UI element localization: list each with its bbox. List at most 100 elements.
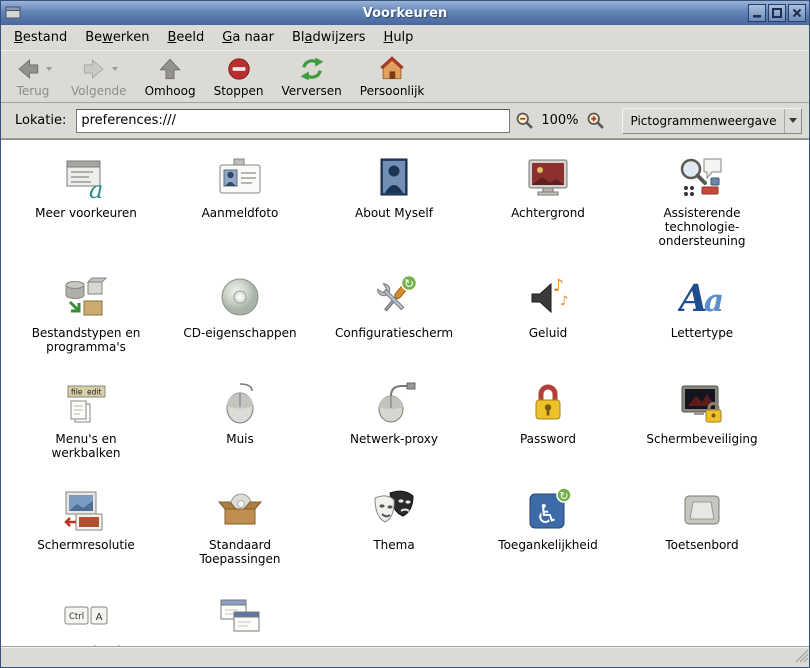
icon-label: Password [519, 432, 577, 446]
svg-text:file: file [71, 388, 83, 397]
menu-hulp[interactable]: Hulp [375, 25, 423, 50]
resize-grip[interactable] [795, 648, 809, 667]
icon-schermresolutie[interactable]: Schermresolutie [9, 486, 163, 566]
location-label: Lokatie: [15, 113, 67, 128]
chevron-down-icon [789, 118, 798, 123]
icon-label: CD-eigenschappen [183, 326, 297, 340]
close-button[interactable] [788, 4, 806, 22]
svg-text:a: a [89, 176, 103, 202]
icon-label: Schermbeveiliging [646, 432, 758, 446]
home-icon [378, 56, 406, 82]
svg-text:♿: ♿ [535, 500, 558, 530]
icon-label: Geluid [528, 326, 568, 340]
maximize-button[interactable] [768, 4, 786, 22]
control-center-icon: ↻ [370, 274, 418, 322]
toolbar-button-label: Volgende [71, 84, 127, 98]
icon-assisterende-technologie[interactable]: Assisterende technologie-ondersteuning [625, 154, 779, 248]
stop-button[interactable]: Stoppen [208, 53, 270, 99]
icon-geluid[interactable]: ♪ ♪ Geluid [471, 274, 625, 354]
icon-toegankelijkheid[interactable]: ♿ ↻ Toegankelijkheid [471, 486, 625, 566]
view-mode-chevron[interactable] [784, 108, 801, 133]
zoom-in-icon[interactable] [585, 110, 606, 131]
font-icon: Aa [678, 274, 726, 322]
icon-label: Standaard Toepassingen [199, 538, 281, 566]
icon-standaard-toepassingen[interactable]: Standaard Toepassingen [163, 486, 317, 566]
svg-text:Ctrl: Ctrl [69, 612, 84, 622]
file-types-icon [62, 274, 110, 322]
icon-menus-werkbalken[interactable]: file edit Menu's en werkbalken [9, 380, 163, 460]
theme-icon [370, 486, 418, 534]
keyboard-shortcuts-icon: Ctrl A [62, 592, 110, 640]
minimize-button[interactable] [748, 4, 766, 22]
location-bar: Lokatie: 100% Pictogrammenweergave [1, 103, 809, 139]
icon-cd-eigenschappen[interactable]: CD-eigenschappen [163, 274, 317, 354]
refresh-button[interactable]: Verversen [276, 53, 348, 99]
icon-toetsenbord[interactable]: Toetsenbord [625, 486, 779, 566]
icon-aanmeldfoto[interactable]: Aanmeldfoto [163, 154, 317, 248]
forward-arrow-icon [80, 56, 108, 82]
svg-text:edit: edit [87, 388, 101, 397]
toolbar-button-label: Terug [16, 84, 50, 98]
window-title: Voorkeuren [362, 5, 448, 21]
icon-toetsenbord-snelkoppelingen[interactable]: CtrlA Toetsenbord-snelkoppelingen [9, 592, 163, 647]
view-mode-select[interactable]: Pictogrammenweergave [621, 107, 803, 134]
icon-label: Schermresolutie [37, 538, 135, 552]
menu-bladwijzers[interactable]: Bladwijzers [283, 25, 375, 50]
menus-toolbars-icon: file edit [62, 380, 110, 428]
icon-meer-voorkeuren[interactable]: a Meer voorkeuren [9, 154, 163, 248]
icon-label: Meer voorkeuren [35, 206, 137, 220]
preferences-window: Voorkeuren Bestand Bewerken Beeld Ga naa… [0, 0, 810, 668]
keyboard-icon [678, 486, 726, 534]
icon-schermbeveiliging[interactable]: Schermbeveiliging [625, 380, 779, 460]
background-icon [524, 154, 572, 202]
up-arrow-icon [157, 56, 183, 82]
icon-view-canvas[interactable]: a Meer voorkeuren Aanmeldfoto About Myse… [1, 139, 809, 647]
icon-muis[interactable]: Muis [163, 380, 317, 460]
icon-label: Menu's en werkbalken [51, 432, 121, 460]
icon-label: About Myself [355, 206, 433, 220]
icon-label: Lettertype [670, 326, 734, 340]
svg-text:A: A [96, 612, 103, 623]
icon-label: Toegankelijkheid [498, 538, 598, 552]
windows-icon [216, 592, 264, 640]
icon-label: Muis [226, 432, 254, 446]
icon-label: Bestandstypen en programma's [31, 326, 141, 354]
icon-bestandstypen[interactable]: Bestandstypen en programma's [9, 274, 163, 354]
password-icon [524, 380, 572, 428]
forward-button[interactable]: Volgende [65, 53, 133, 99]
menu-ga-naar[interactable]: Ga naar [213, 25, 283, 50]
svg-text:↻: ↻ [404, 277, 414, 291]
icon-label: Configuratiescherm [335, 326, 454, 340]
zoom-level: 100% [541, 113, 579, 128]
icon-netwerk-proxy[interactable]: Netwerk-proxy [317, 380, 471, 460]
icon-thema[interactable]: Thema [317, 486, 471, 566]
statusbar [1, 647, 809, 667]
back-button[interactable]: Terug [7, 53, 59, 99]
icon-password[interactable]: Password [471, 380, 625, 460]
home-button[interactable]: Persoonlijk [354, 53, 431, 99]
toolbar-button-label: Stoppen [213, 84, 264, 98]
more-preferences-icon: a [62, 154, 110, 202]
network-proxy-icon [370, 380, 418, 428]
icon-vensters[interactable]: Vensters [163, 592, 317, 647]
icon-configuratiescherm[interactable]: ↻ Configuratiescherm [317, 274, 471, 354]
menu-beeld[interactable]: Beeld [158, 25, 213, 50]
icon-lettertype[interactable]: Aa Lettertype [625, 274, 779, 354]
menu-bestand[interactable]: Bestand [5, 25, 76, 50]
sound-icon: ♪ ♪ [524, 274, 572, 322]
svg-text:↻: ↻ [559, 490, 568, 503]
location-input[interactable] [76, 108, 511, 133]
toolbar-button-label: Omhoog [144, 84, 196, 98]
forward-history-chevron-icon[interactable] [111, 67, 118, 71]
back-history-chevron-icon[interactable] [46, 67, 52, 71]
menu-bewerken[interactable]: Bewerken [76, 25, 158, 50]
titlebar[interactable]: Voorkeuren [1, 1, 809, 25]
assistive-technology-icon [678, 154, 726, 202]
icon-achtergrond[interactable]: Achtergrond [471, 154, 625, 248]
up-button[interactable]: Omhoog [139, 53, 202, 99]
icon-about-myself[interactable]: About Myself [317, 154, 471, 248]
zoom-out-icon[interactable] [514, 110, 535, 131]
icon-label: Netwerk-proxy [350, 432, 438, 446]
mouse-icon [216, 380, 264, 428]
window-menu-icon[interactable] [4, 5, 21, 22]
